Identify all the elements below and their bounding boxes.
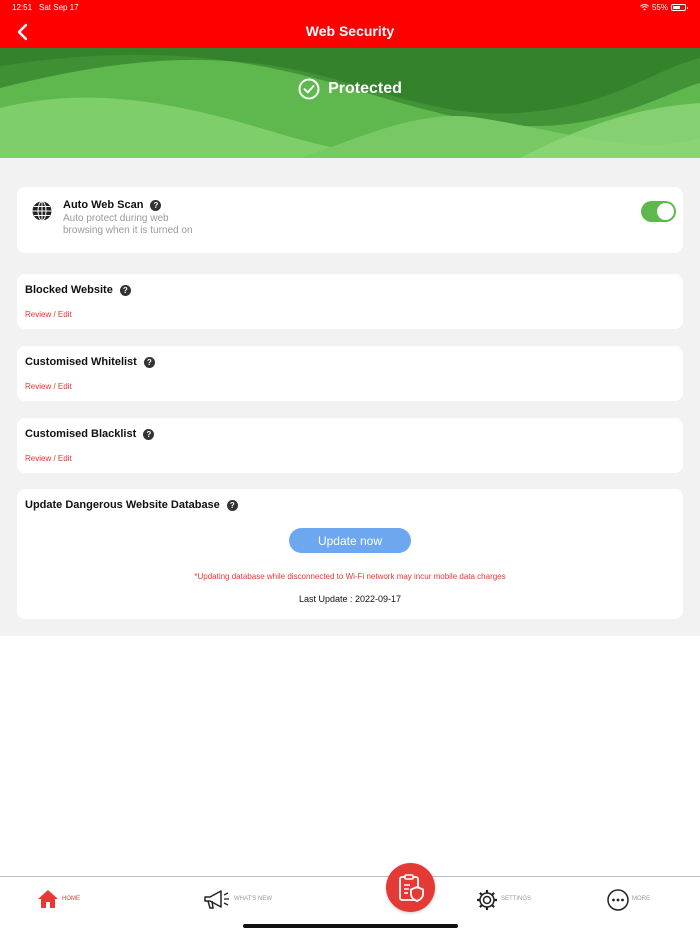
page-title: Web Security <box>305 23 395 39</box>
help-icon[interactable]: ? <box>119 284 131 296</box>
auto-web-scan-description: Auto protect during web browsing when it… <box>63 213 193 236</box>
home-indicator <box>243 924 458 928</box>
blacklist-card: Customised Blacklist ? Review / Edit <box>17 418 683 473</box>
check-circle-icon <box>298 78 320 100</box>
globe-icon <box>32 201 52 221</box>
help-icon[interactable]: ? <box>143 428 155 440</box>
status-date: Sat Sep 17 <box>39 3 79 12</box>
clipboard-shield-icon <box>398 873 424 902</box>
auto-web-scan-card: Auto Web Scan ? Auto protect during web … <box>17 187 683 253</box>
card-title-label: Update Dangerous Website Database <box>25 499 220 511</box>
battery-percentage: 55% <box>651 3 668 12</box>
database-update-card: Update Dangerous Website Database ? Upda… <box>17 489 683 619</box>
status-bar: 12:51 Sat Sep 17 55% <box>0 0 700 14</box>
wifi-icon <box>640 4 649 11</box>
app-header: 12:51 Sat Sep 17 55% Web Security <box>0 0 700 48</box>
tab-home-label: HOME <box>62 896 80 902</box>
help-icon[interactable]: ? <box>150 199 162 211</box>
card-title-label: Customised Blacklist <box>25 428 137 440</box>
tab-more-label: MORE <box>632 896 650 902</box>
card-title-label: Blocked Website <box>25 284 113 296</box>
data-charges-warning: *Updating database while disconnected to… <box>194 572 506 581</box>
status-indicators: 55% <box>640 3 688 12</box>
protection-status-label: Protected <box>328 80 402 97</box>
main-content: Auto Web Scan ? Auto protect during web … <box>0 158 700 636</box>
card-title: Blocked Website ? <box>25 284 131 296</box>
review-edit-link[interactable]: Review / Edit <box>25 454 72 463</box>
gear-icon <box>477 890 497 910</box>
last-update-text: Last Update : 2022-09-17 <box>298 594 402 604</box>
auto-web-scan-title: Auto Web Scan ? <box>63 199 162 211</box>
protection-status: Protected <box>0 78 700 100</box>
review-edit-link[interactable]: Review / Edit <box>25 382 72 391</box>
help-icon[interactable]: ? <box>226 499 238 511</box>
card-title: Customised Blacklist ? <box>25 428 155 440</box>
help-icon[interactable]: ? <box>143 356 155 368</box>
more-icon <box>607 889 629 911</box>
tab-settings-label: SETTINGS <box>501 896 532 902</box>
whitelist-card: Customised Whitelist ? Review / Edit <box>17 346 683 401</box>
home-icon <box>38 890 58 908</box>
battery-icon <box>671 4 688 11</box>
blocked-website-card: Blocked Website ? Review / Edit <box>17 274 683 329</box>
wave-background <box>0 48 700 158</box>
card-title: Update Dangerous Website Database ? <box>25 499 238 511</box>
card-title-label: Customised Whitelist <box>25 356 137 368</box>
auto-web-scan-toggle[interactable] <box>641 201 676 222</box>
update-now-button[interactable]: Update now <box>289 528 411 553</box>
tab-settings[interactable]: SETTINGS <box>476 889 531 911</box>
tab-whats-new[interactable]: WHAT'S NEW <box>203 889 272 911</box>
auto-web-scan-label: Auto Web Scan <box>63 199 144 211</box>
protection-banner: Protected <box>0 48 700 158</box>
megaphone-icon <box>204 890 229 909</box>
toggle-knob <box>657 203 674 220</box>
status-time: 12:51 <box>12 3 33 12</box>
security-report-button[interactable] <box>386 863 435 912</box>
tab-more[interactable]: MORE <box>607 889 650 911</box>
card-title: Customised Whitelist ? <box>25 356 155 368</box>
tab-home[interactable]: HOME <box>37 889 80 909</box>
review-edit-link[interactable]: Review / Edit <box>25 310 72 319</box>
tab-whats-new-label: WHAT'S NEW <box>234 896 273 902</box>
